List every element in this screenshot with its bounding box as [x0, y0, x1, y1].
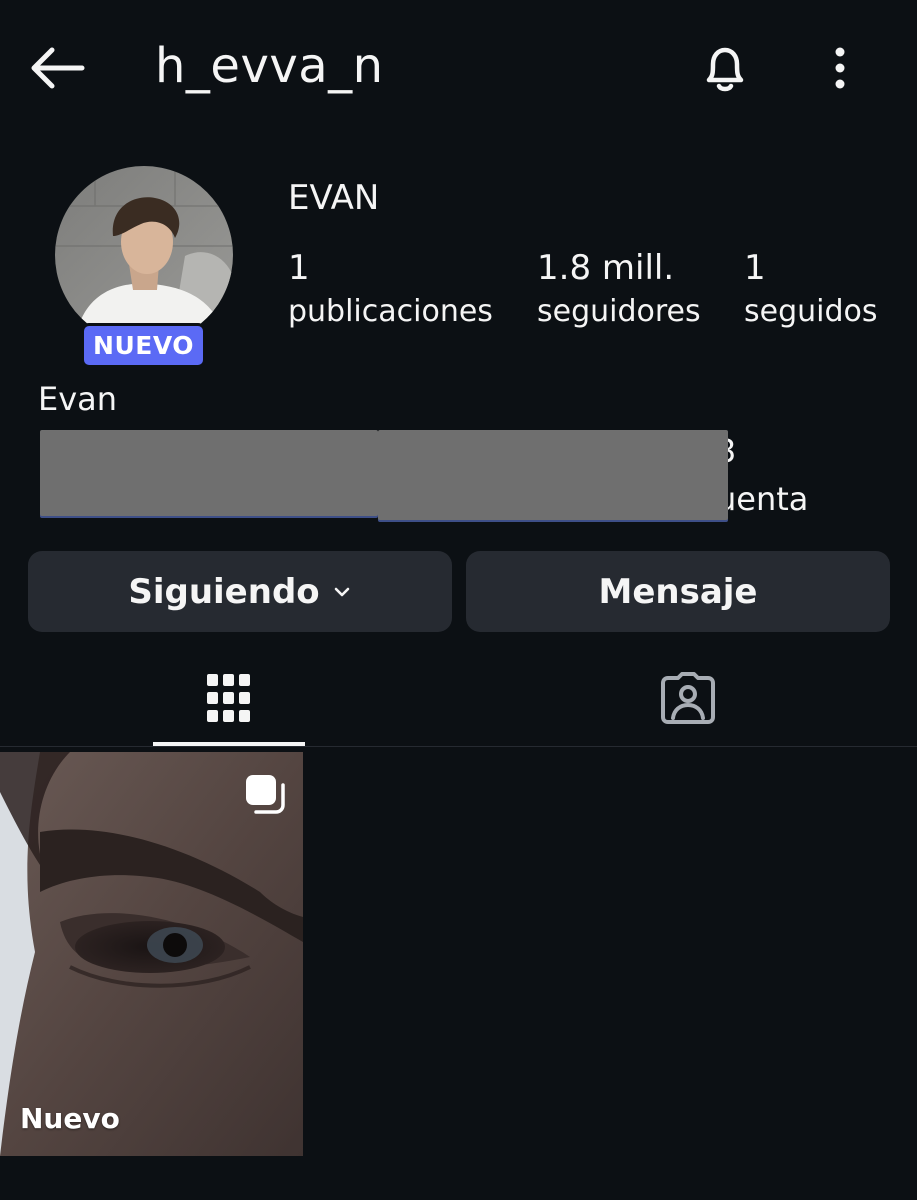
post-label: Nuevo: [20, 1102, 120, 1135]
more-options-button[interactable]: [820, 42, 860, 96]
carousel-icon: [246, 775, 285, 814]
posts-count: 1: [288, 248, 310, 288]
profile-username: h_evva_n: [155, 38, 384, 94]
followers-count: 1.8 mill.: [537, 248, 675, 288]
posts-label: publicaciones: [288, 294, 493, 329]
stat-following[interactable]: 1 seguidos: [744, 248, 878, 334]
following-label: seguidos: [744, 294, 878, 329]
redaction-block: [378, 430, 728, 520]
chevron-down-icon: [334, 587, 349, 596]
grid-icon: [207, 674, 250, 722]
tab-divider: [0, 746, 917, 747]
following-button[interactable]: Siguiendo: [28, 551, 452, 632]
following-count: 1: [744, 248, 766, 288]
message-button-label: Mensaje: [598, 571, 758, 612]
message-button[interactable]: Mensaje: [466, 551, 890, 632]
bio-name: Evan: [38, 380, 118, 418]
notifications-button[interactable]: [695, 38, 755, 98]
followers-label: seguidores: [537, 294, 701, 329]
avatar-photo: [55, 166, 233, 344]
redaction-block: [40, 430, 378, 516]
following-button-label: Siguiendo: [128, 571, 320, 612]
back-arrow-icon: [31, 47, 85, 89]
more-vertical-icon: [835, 47, 845, 89]
profile-page: h_evva_n NUEVO EVAN 1 publicaciones 1.8 …: [0, 0, 917, 1200]
profile-avatar[interactable]: [55, 166, 233, 344]
new-badge: NUEVO: [81, 323, 206, 368]
bio-fragment-text: uenta: [716, 480, 809, 518]
stat-followers[interactable]: 1.8 mill. seguidores: [537, 248, 701, 334]
tab-posts-grid[interactable]: [153, 650, 305, 746]
tagged-person-icon: [661, 672, 715, 724]
top-bar: h_evva_n: [0, 0, 917, 140]
back-button[interactable]: [26, 40, 90, 96]
stat-posts[interactable]: 1 publicaciones: [288, 248, 493, 334]
tab-tagged[interactable]: [612, 650, 764, 746]
display-name: EVAN: [288, 178, 380, 218]
bell-icon: [706, 47, 744, 92]
